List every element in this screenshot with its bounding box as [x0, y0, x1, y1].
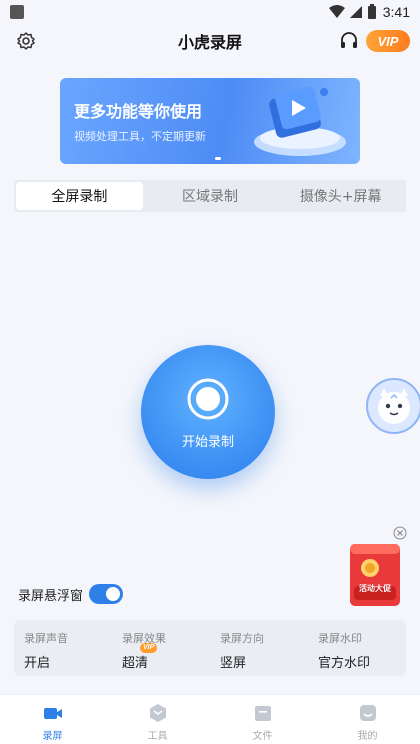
ad-label: 活动大促: [359, 584, 391, 593]
nav-label: 我的: [357, 731, 378, 742]
setting-label: 录屏效果: [122, 632, 166, 645]
promo-banner[interactable]: 更多功能等你使用 视频处理工具，不定期更新: [60, 78, 360, 164]
headset-icon[interactable]: [338, 30, 360, 52]
notification-icon: [10, 5, 24, 19]
camera-icon: [43, 708, 62, 719]
setting-quality[interactable]: 录屏效果 超清 VIP: [112, 620, 210, 676]
floating-tiger-icon[interactable]: [364, 376, 420, 438]
float-window-label: 录屏悬浮窗: [18, 588, 84, 604]
float-window-row: 录屏悬浮窗: [18, 582, 218, 606]
nav-item-tools[interactable]: 工具: [105, 695, 210, 744]
record-icon: [187, 378, 229, 420]
battery-icon: [367, 4, 376, 19]
float-window-toggle[interactable]: [89, 584, 123, 604]
start-record-label: 开始录制: [181, 435, 234, 450]
record-settings-card: 录屏声音 开启 录屏效果 超清 VIP 录屏方向 竖屏 录屏水印 官方水印: [14, 620, 406, 676]
nav-label: 文件: [252, 731, 273, 742]
folder-icon: [254, 706, 271, 721]
close-icon[interactable]: [393, 526, 407, 540]
setting-audio[interactable]: 录屏声音 开启: [14, 620, 112, 676]
setting-label: 录屏方向: [220, 632, 264, 645]
tab-fullscreen[interactable]: 全屏录制: [16, 182, 143, 210]
toggle-knob: [106, 587, 120, 601]
banner-illustration: [254, 86, 346, 156]
gift-icon[interactable]: [348, 542, 402, 608]
record-mode-tabs: 全屏录制 区域录制 摄像头+屏幕: [14, 180, 406, 212]
setting-value: 竖屏: [220, 656, 247, 671]
tab-region[interactable]: 区域录制: [147, 182, 274, 210]
nav-item-profile[interactable]: 我的: [315, 695, 420, 744]
record-area: 开始录制: [141, 345, 279, 483]
gear-icon[interactable]: [16, 31, 36, 51]
banner-title: 更多功能等你使用: [74, 102, 203, 121]
status-icons: 3:41: [328, 4, 410, 20]
setting-label: 录屏声音: [24, 632, 68, 645]
tab-camera-screen[interactable]: 摄像头+屏幕: [277, 182, 404, 210]
nav-label: 录屏: [42, 731, 63, 742]
setting-orientation[interactable]: 录屏方向 竖屏: [210, 620, 308, 676]
status-bar: 3:41: [0, 0, 420, 24]
banner-subtitle: 视频处理工具，不定期更新: [74, 130, 206, 143]
nav-item-files[interactable]: 文件: [210, 695, 315, 744]
status-time: 3:41: [382, 4, 410, 20]
setting-value: 超清: [122, 656, 149, 671]
setting-label: 录屏水印: [318, 632, 362, 645]
nav-item-record[interactable]: 录屏: [0, 695, 105, 744]
setting-value: 官方水印: [318, 656, 371, 671]
nav-label: 工具: [147, 731, 168, 742]
setting-value: 开启: [24, 656, 51, 671]
app-header: 小虎录屏 VIP: [0, 24, 420, 58]
page-title: 小虎录屏: [177, 33, 242, 52]
setting-watermark[interactable]: 录屏水印 官方水印: [308, 620, 406, 676]
profile-icon: [359, 705, 376, 721]
start-record-button[interactable]: 开始录制: [141, 345, 275, 479]
signal-icon: [349, 6, 362, 18]
banner-indicator: [215, 157, 221, 160]
vip-button[interactable]: VIP: [366, 30, 410, 52]
wifi-icon: [328, 5, 345, 18]
vip-badge: VIP: [140, 643, 158, 653]
bottom-nav: 录屏 工具 文件 我的: [0, 694, 420, 744]
toolbox-icon: [149, 704, 166, 722]
